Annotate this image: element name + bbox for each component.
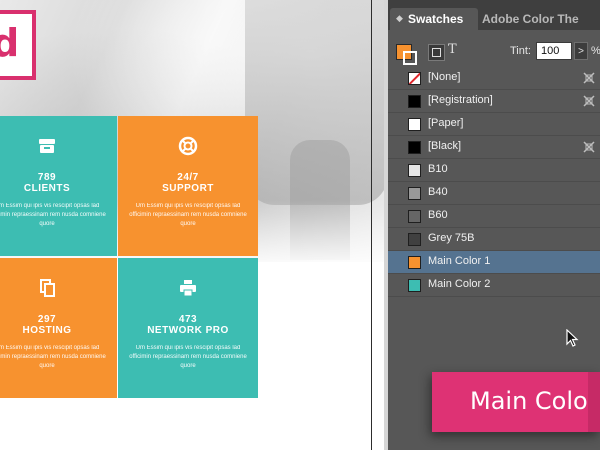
swatch-row-registration[interactable]: [Registration]: [388, 90, 600, 113]
tab-adobe-color-themes[interactable]: Adobe Color The: [482, 12, 579, 26]
tab-swatches-label: Swatches: [408, 12, 464, 26]
swatch-name: [Paper]: [428, 117, 464, 129]
tile-description: Um Essim qui ipis vis rescipit opsas lad…: [0, 203, 106, 227]
swatch-chip: [408, 118, 421, 131]
page-edge-guide: [371, 0, 372, 450]
archive-box-icon: [0, 136, 117, 158]
tile-label: HOSTING: [22, 325, 72, 336]
swatch-chip: [408, 279, 421, 292]
swatch-name: Grey 75B: [428, 232, 475, 244]
stroke-swatch[interactable]: [403, 51, 417, 65]
document-canvas[interactable]: d 789 CLIENTS Um Essim qui ipis vis resc…: [0, 0, 388, 450]
tint-label: Tint:: [510, 45, 531, 57]
swatch-name: [None]: [428, 71, 461, 83]
swatch-name: [Registration]: [428, 94, 493, 106]
tile-description: Um Essim qui ipis vis rescipit opsas lad…: [0, 345, 106, 369]
swatch-name: B40: [428, 186, 448, 198]
tab-swatches[interactable]: ◆ Swatches: [390, 8, 478, 30]
mouse-pointer-icon: [566, 328, 580, 349]
caption-overlay: Main Color: [432, 372, 600, 432]
swatch-name: B10: [428, 163, 448, 175]
copy-files-icon: [0, 278, 117, 300]
no-edit-icon: [583, 140, 595, 153]
tile-number: 789: [37, 172, 57, 183]
swatch-row-main-color-2[interactable]: Main Color 2: [388, 274, 600, 297]
swatch-row-grey-75b[interactable]: Grey 75B: [388, 228, 600, 251]
tile-number: 473: [178, 314, 198, 325]
swatch-row-black[interactable]: [Black]: [388, 136, 600, 159]
no-edit-icon: [583, 94, 595, 107]
no-edit-icon: [583, 71, 595, 84]
tint-input[interactable]: 100: [536, 42, 572, 60]
swatch-chip: [408, 256, 421, 269]
swatch-chip: [408, 210, 421, 223]
tile-label: CLIENTS: [23, 183, 71, 194]
swatch-list[interactable]: [None] [Registration] [Paper] [Black] B1…: [388, 67, 600, 297]
swatch-chip: [408, 164, 421, 177]
swatch-chip: [408, 187, 421, 200]
panel-tab-bar: ◆ Swatches Adobe Color The: [388, 0, 600, 30]
container-icon: [432, 48, 441, 57]
swatch-row-b40[interactable]: B40: [388, 182, 600, 205]
tint-slider-button[interactable]: >: [574, 42, 588, 60]
swatch-row-paper[interactable]: [Paper]: [388, 113, 600, 136]
collapse-arrows-icon[interactable]: ◆: [396, 13, 403, 24]
caption-overlay-edge: [588, 372, 600, 432]
tile-description: Um Essim qui ipis vis rescipit opsas lad…: [129, 203, 247, 227]
swatch-row-none[interactable]: [None]: [388, 67, 600, 90]
swatch-chip: [408, 233, 421, 246]
swatch-chip: [408, 95, 421, 108]
printer-icon: [118, 278, 258, 300]
lifebuoy-icon: [118, 136, 258, 158]
swatch-name: Main Color 1: [428, 255, 491, 267]
caption-text: Main Color: [470, 387, 598, 415]
swatch-row-main-color-1[interactable]: Main Color 1: [388, 251, 600, 274]
tile-number: 297: [37, 314, 57, 325]
none-swatch-chip: [408, 72, 421, 85]
swatch-row-b60[interactable]: B60: [388, 205, 600, 228]
swatch-row-b10[interactable]: B10: [388, 159, 600, 182]
formatting-container-button[interactable]: [428, 44, 445, 61]
tile-number: 24/7: [177, 172, 199, 183]
stat-tile-clients[interactable]: 789 CLIENTS Um Essim qui ipis vis rescip…: [0, 116, 117, 256]
stat-tile-network-pro[interactable]: 473 NETWORK PRO Um Essim qui ipis vis re…: [118, 258, 258, 398]
tile-label: NETWORK PRO: [147, 325, 229, 336]
logo-letter: d: [0, 21, 20, 65]
swatch-name: [Black]: [428, 140, 462, 152]
tile-label: SUPPORT: [162, 183, 214, 194]
fill-stroke-selector[interactable]: [396, 44, 418, 66]
logo-frame: d: [0, 10, 36, 80]
stat-tile-hosting[interactable]: 297 HOSTING Um Essim qui ipis vis rescip…: [0, 258, 117, 398]
swatch-name: B60: [428, 209, 448, 221]
tile-description: Um Essim qui ipis vis rescipit opsas lad…: [129, 345, 247, 369]
formatting-text-button[interactable]: T: [448, 42, 457, 57]
stat-tile-support[interactable]: 24/7 SUPPORT Um Essim qui ipis vis resci…: [118, 116, 258, 256]
swatches-toolbar: T Tint: 100 > %: [388, 38, 600, 66]
swatch-name: Main Color 2: [428, 278, 491, 290]
swatch-chip: [408, 141, 421, 154]
tint-percent: %: [591, 45, 600, 57]
